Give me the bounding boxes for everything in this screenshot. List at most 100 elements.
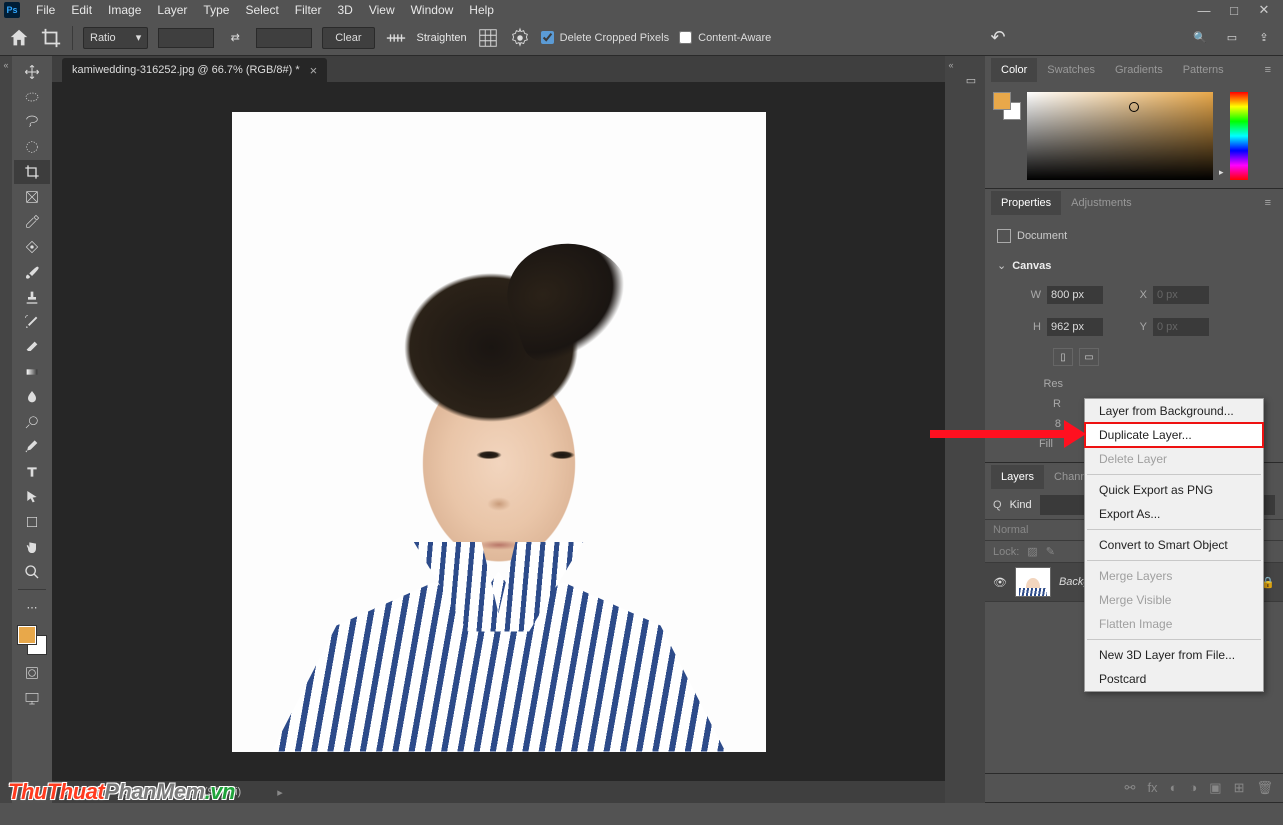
menu-window[interactable]: Window — [403, 0, 462, 20]
fx-icon[interactable]: fx — [1147, 780, 1157, 796]
tab-adjustments[interactable]: Adjustments — [1061, 191, 1142, 215]
ratio-select[interactable]: Ratio▾ — [83, 27, 148, 49]
tab-color[interactable]: Color — [991, 58, 1037, 82]
pen-tool[interactable] — [14, 435, 50, 459]
lock-paint-icon[interactable]: ✎ — [1046, 545, 1055, 558]
canvas-section-toggle[interactable]: ⌄ Canvas — [997, 255, 1271, 276]
crop-tool[interactable] — [14, 160, 50, 184]
menu-type[interactable]: Type — [195, 0, 237, 20]
history-panel-icon[interactable]: ▭ — [966, 74, 976, 87]
status-chevron-icon[interactable]: ▸ — [277, 786, 283, 799]
quick-mask[interactable] — [14, 661, 50, 685]
eyedropper-tool[interactable] — [14, 210, 50, 234]
grid-icon[interactable] — [477, 27, 499, 49]
close-button[interactable]: ✕ — [1249, 0, 1279, 20]
link-icon[interactable]: ⚯ — [1125, 780, 1136, 796]
canvas[interactable] — [52, 82, 945, 781]
tab-swatches[interactable]: Swatches — [1037, 58, 1105, 82]
menu-help[interactable]: Help — [461, 0, 502, 20]
blur-tool[interactable] — [14, 385, 50, 409]
stamp-tool[interactable] — [14, 285, 50, 309]
group-icon[interactable]: ▣ — [1209, 780, 1221, 796]
gradient-tool[interactable] — [14, 360, 50, 384]
zoom-tool[interactable] — [14, 560, 50, 584]
clear-button[interactable]: Clear — [322, 27, 374, 49]
menu-select[interactable]: Select — [237, 0, 286, 20]
color-picker-field[interactable] — [1027, 92, 1213, 180]
color-swatches[interactable] — [18, 626, 46, 654]
quick-select-tool[interactable] — [14, 135, 50, 159]
eraser-tool[interactable] — [14, 335, 50, 359]
home-icon[interactable] — [8, 27, 30, 49]
menu-image[interactable]: Image — [100, 0, 149, 20]
ctx-layer-from-background[interactable]: Layer from Background... — [1085, 399, 1263, 423]
orientation-landscape-icon[interactable]: ▭ — [1079, 348, 1099, 366]
brush-tool[interactable] — [14, 260, 50, 284]
menu-layer[interactable]: Layer — [149, 0, 195, 20]
hand-tool[interactable] — [14, 535, 50, 559]
new-layer-icon[interactable]: ⊞ — [1234, 780, 1245, 796]
menu-file[interactable]: File — [28, 0, 63, 20]
swap-icon[interactable]: ⇄ — [224, 27, 246, 49]
ctx-export-as[interactable]: Export As... — [1085, 502, 1263, 526]
layout-icon[interactable]: ▭ — [1221, 27, 1243, 49]
blend-mode-select[interactable]: Normal — [993, 524, 1028, 536]
type-tool[interactable] — [14, 460, 50, 484]
ctx-convert-to-smart-object[interactable]: Convert to Smart Object — [1085, 533, 1263, 557]
panel-menu-icon[interactable]: ≡ — [1259, 64, 1277, 76]
hue-slider[interactable] — [1230, 92, 1248, 180]
history-brush-tool[interactable] — [14, 310, 50, 334]
lock-pixels-icon[interactable]: ▨ — [1027, 545, 1037, 558]
fill-label: Fill — [1025, 438, 1053, 450]
marquee-tool[interactable] — [14, 85, 50, 109]
menu-filter[interactable]: Filter — [287, 0, 330, 20]
close-tab-icon[interactable]: × — [310, 63, 318, 78]
adjustment-icon[interactable]: ◑ — [1189, 780, 1197, 796]
path-select-tool[interactable] — [14, 485, 50, 509]
ctx-postcard[interactable]: Postcard — [1085, 667, 1263, 691]
visibility-icon[interactable]: 👁 — [993, 576, 1007, 589]
straighten-icon[interactable] — [385, 27, 407, 49]
ctx-new-d-layer-from-file[interactable]: New 3D Layer from File... — [1085, 643, 1263, 667]
tab-properties[interactable]: Properties — [991, 191, 1061, 215]
tab-patterns[interactable]: Patterns — [1173, 58, 1234, 82]
content-aware-checkbox[interactable]: Content-Aware — [679, 31, 771, 44]
document-tab-title: kamiwedding-316252.jpg @ 66.7% (RGB/8#) … — [72, 64, 300, 76]
minimize-button[interactable]: — — [1189, 0, 1219, 20]
shape-tool[interactable] — [14, 510, 50, 534]
gear-icon[interactable] — [509, 27, 531, 49]
edit-toolbar[interactable]: ⋯ — [14, 595, 50, 619]
undo-icon[interactable]: ↶ — [987, 27, 1009, 49]
healing-tool[interactable] — [14, 235, 50, 259]
menu-edit[interactable]: Edit — [63, 0, 100, 20]
ratio-width-input[interactable] — [158, 28, 214, 48]
document-tab[interactable]: kamiwedding-316252.jpg @ 66.7% (RGB/8#) … — [62, 58, 327, 82]
delete-cropped-checkbox[interactable]: Delete Cropped Pixels — [541, 31, 669, 44]
tab-layers[interactable]: Layers — [991, 465, 1044, 489]
move-tool[interactable] — [14, 60, 50, 84]
panel-menu-icon[interactable]: ≡ — [1259, 197, 1277, 209]
menu-3d[interactable]: 3D — [329, 0, 360, 20]
tab-gradients[interactable]: Gradients — [1105, 58, 1173, 82]
screen-mode[interactable] — [14, 686, 50, 710]
kind-label: Kind — [1010, 499, 1032, 511]
orientation-portrait-icon[interactable]: ▯ — [1053, 348, 1073, 366]
mask-icon[interactable]: ◐ — [1170, 780, 1178, 796]
search-icon[interactable]: 🔍 — [1189, 27, 1211, 49]
dodge-tool[interactable] — [14, 410, 50, 434]
layer-thumbnail[interactable] — [1015, 567, 1051, 597]
color-foreground-background[interactable] — [993, 92, 1021, 120]
share-icon[interactable]: ⇪ — [1253, 27, 1275, 49]
width-input[interactable] — [1047, 286, 1103, 304]
ctx-quick-export-as-png[interactable]: Quick Export as PNG — [1085, 478, 1263, 502]
trash-icon[interactable]: 🗑 — [1256, 780, 1273, 796]
lasso-tool[interactable] — [14, 110, 50, 134]
crop-tool-icon[interactable] — [40, 27, 62, 49]
menu-view[interactable]: View — [361, 0, 403, 20]
height-input[interactable] — [1047, 318, 1103, 336]
ctx-duplicate-layer[interactable]: Duplicate Layer... — [1085, 423, 1263, 447]
frame-tool[interactable] — [14, 185, 50, 209]
maximize-button[interactable]: □ — [1219, 0, 1249, 20]
toolbar-collapse[interactable]: « — [0, 56, 12, 803]
ratio-height-input[interactable] — [256, 28, 312, 48]
